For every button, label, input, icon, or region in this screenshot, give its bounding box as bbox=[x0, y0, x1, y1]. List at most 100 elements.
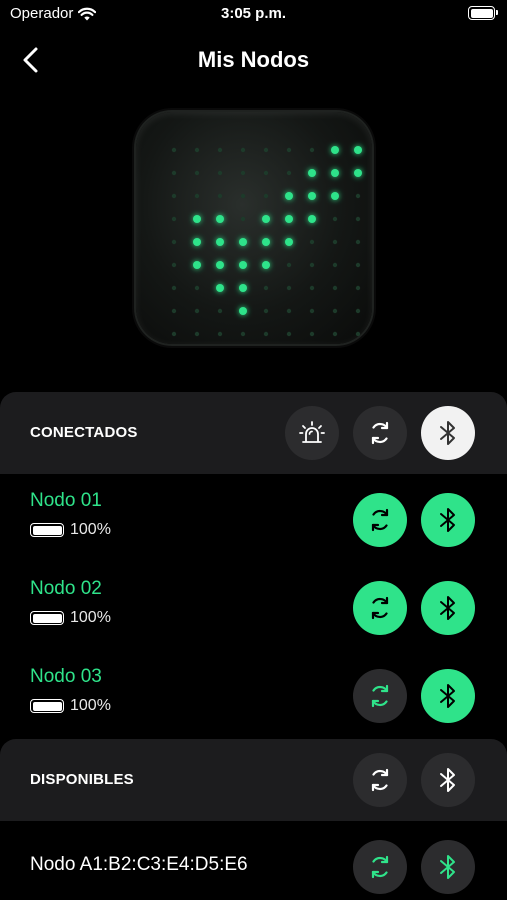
led-off bbox=[171, 216, 177, 222]
led-on bbox=[308, 192, 316, 200]
led-off bbox=[332, 308, 338, 314]
bluetooth-icon bbox=[440, 768, 455, 792]
led-on bbox=[262, 215, 270, 223]
led-on bbox=[285, 192, 293, 200]
list-item: Nodo 02 100% bbox=[0, 566, 507, 654]
led-on bbox=[239, 307, 247, 315]
available-label: DISPONIBLES bbox=[30, 771, 134, 788]
bluetooth-icon bbox=[440, 596, 455, 620]
led-on bbox=[308, 215, 316, 223]
sync-icon bbox=[371, 768, 389, 792]
led-off bbox=[286, 308, 292, 314]
led-off bbox=[286, 170, 292, 176]
node-bluetooth-button[interactable] bbox=[421, 669, 475, 723]
connected-section-header: CONECTADOS bbox=[0, 392, 507, 474]
led-on bbox=[193, 238, 201, 246]
led-off bbox=[217, 331, 223, 337]
led-on bbox=[285, 215, 293, 223]
led-off bbox=[263, 308, 269, 314]
led-off bbox=[171, 262, 177, 268]
node-sync-button[interactable] bbox=[353, 581, 407, 635]
battery-icon bbox=[468, 6, 498, 20]
led-off bbox=[171, 239, 177, 245]
led-off bbox=[355, 308, 361, 314]
led-off bbox=[286, 147, 292, 153]
bluetooth-icon bbox=[440, 421, 455, 445]
led-off bbox=[286, 262, 292, 268]
led-off bbox=[355, 239, 361, 245]
led-off bbox=[240, 147, 246, 153]
led-off bbox=[217, 308, 223, 314]
led-on bbox=[285, 238, 293, 246]
led-off bbox=[171, 170, 177, 176]
led-on bbox=[308, 169, 316, 177]
battery-icon bbox=[30, 699, 64, 713]
led-off bbox=[332, 331, 338, 337]
node-battery: 100% bbox=[30, 521, 111, 539]
node-battery-value: 100% bbox=[70, 521, 111, 538]
led-off bbox=[171, 147, 177, 153]
sync-icon bbox=[371, 508, 389, 532]
led-off bbox=[171, 331, 177, 337]
led-off bbox=[263, 170, 269, 176]
alarm-light-icon bbox=[299, 421, 325, 443]
page-title: Mis Nodos bbox=[197, 47, 310, 72]
led-off bbox=[194, 147, 200, 153]
led-on bbox=[216, 284, 224, 292]
node-name[interactable]: Nodo 02 bbox=[30, 578, 102, 600]
node-battery-value: 100% bbox=[70, 697, 111, 714]
led-off bbox=[263, 147, 269, 153]
list-item: Nodo 03 100% bbox=[0, 654, 507, 742]
available-bluetooth-button[interactable] bbox=[421, 753, 475, 807]
led-off bbox=[286, 285, 292, 291]
led-off bbox=[217, 147, 223, 153]
sync-icon bbox=[371, 596, 389, 620]
bluetooth-icon bbox=[440, 684, 455, 708]
node-sync-button[interactable] bbox=[353, 669, 407, 723]
led-off bbox=[194, 170, 200, 176]
status-time: 3:05 p.m. bbox=[220, 5, 287, 22]
led-off bbox=[309, 285, 315, 291]
led-off bbox=[194, 193, 200, 199]
led-off bbox=[355, 331, 361, 337]
led-off bbox=[355, 262, 361, 268]
led-on bbox=[354, 169, 362, 177]
node-name[interactable]: Nodo 03 bbox=[30, 666, 102, 688]
led-off bbox=[286, 331, 292, 337]
node-bluetooth-button[interactable] bbox=[421, 493, 475, 547]
available-sync-button[interactable] bbox=[353, 753, 407, 807]
led-off bbox=[263, 193, 269, 199]
led-off bbox=[309, 331, 315, 337]
led-off bbox=[332, 262, 338, 268]
led-on bbox=[239, 261, 247, 269]
led-on bbox=[331, 146, 339, 154]
nav-bar: Mis Nodos bbox=[0, 40, 507, 80]
led-off bbox=[194, 308, 200, 314]
sync-icon bbox=[371, 421, 389, 445]
connected-label: CONECTADOS bbox=[30, 424, 138, 441]
node-name[interactable]: Nodo 01 bbox=[30, 490, 102, 512]
led-on bbox=[331, 192, 339, 200]
led-on bbox=[331, 169, 339, 177]
status-bar: Operador 3:05 p.m. bbox=[0, 0, 507, 28]
led-off bbox=[240, 193, 246, 199]
device-sync-button[interactable] bbox=[353, 840, 407, 894]
battery-icon bbox=[30, 523, 64, 537]
led-off bbox=[355, 285, 361, 291]
led-on bbox=[354, 146, 362, 154]
node-bluetooth-button[interactable] bbox=[421, 581, 475, 635]
led-on bbox=[193, 261, 201, 269]
device-bluetooth-button[interactable] bbox=[421, 840, 475, 894]
led-matrix-check-icon bbox=[171, 146, 362, 337]
battery-icon bbox=[30, 611, 64, 625]
list-item: Nodo 01 100% bbox=[0, 478, 507, 566]
node-sync-button[interactable] bbox=[353, 493, 407, 547]
led-off bbox=[194, 285, 200, 291]
bluetooth-icon bbox=[440, 855, 455, 879]
alarm-light-button[interactable] bbox=[285, 406, 339, 460]
connected-sync-button[interactable] bbox=[353, 406, 407, 460]
device-name[interactable]: Nodo A1:B2:C3:E4:D5:E6 bbox=[30, 854, 248, 876]
led-off bbox=[217, 170, 223, 176]
led-off bbox=[171, 193, 177, 199]
connected-bluetooth-button[interactable] bbox=[421, 406, 475, 460]
